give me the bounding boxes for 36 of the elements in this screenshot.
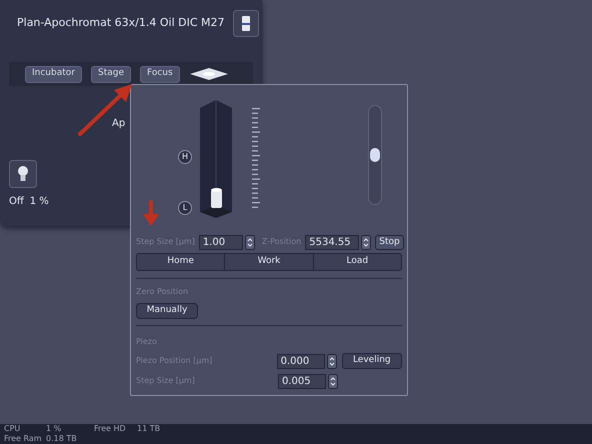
status-value: 0.18 TB [46,434,78,444]
spinner-icon[interactable] [244,234,255,250]
lamp-value: 1 % [30,195,49,209]
stop-button[interactable]: Stop [375,234,404,250]
position-button[interactable]: Load [314,254,401,270]
focus-slider-thumb[interactable] [370,148,380,162]
height-marker-button[interactable]: L [178,201,192,215]
position-button[interactable]: Home [137,254,226,270]
focus-slider-track[interactable] [368,105,382,205]
spinner-icon[interactable] [361,234,372,250]
number-field[interactable]: 1.00 [198,234,243,250]
status-label: Free HD [94,424,127,434]
toolbar-button[interactable]: Incubator [25,66,82,82]
spinner-icon[interactable] [326,354,337,368]
stage-icon[interactable] [188,67,229,81]
position-button[interactable]: Work [225,254,314,270]
status-label: Free Ram [4,434,43,444]
height-marker-button[interactable]: H [178,150,192,164]
toolbar-button[interactable]: Stage [90,66,131,82]
leveling-button[interactable]: Leveling [342,353,402,369]
lamp-icon[interactable] [9,160,37,188]
toolbar-button[interactable]: Focus [140,66,180,82]
objective-label: Ap [112,117,126,131]
objective-icon[interactable] [232,10,259,36]
status-value: 1 % [46,424,62,434]
number-field[interactable]: 0.000 [276,354,325,368]
status-value: 11 TB [137,424,162,434]
annotation-arrow [78,84,132,136]
lamp-status: Off [9,195,24,209]
number-field[interactable]: 0.005 [278,374,326,388]
spinner-icon[interactable] [328,374,338,388]
objective-name: Plan-Apochromat 63x/1.4 Oil DIC M27 [17,14,225,31]
manually-button[interactable]: Manually [136,303,198,319]
number-field[interactable]: 5534.55 [305,234,360,250]
status-label: CPU [4,424,22,434]
annotation-arrow [143,200,159,226]
